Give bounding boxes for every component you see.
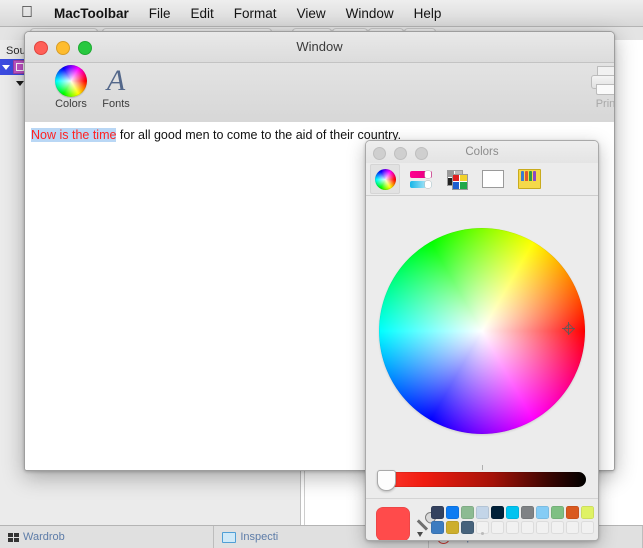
toolbar-fonts-button[interactable]: A Fonts [92,65,140,110]
color-swatch[interactable] [506,521,519,534]
color-swatch[interactable] [536,506,549,519]
color-swatch[interactable] [566,521,579,534]
menu-bar[interactable]:  MacToolbar File Edit Format View Windo… [0,0,643,27]
colors-panel-zoom-button [415,147,428,160]
toolbar-print-button[interactable]: Print [583,65,615,110]
color-sliders-icon [410,171,432,188]
color-swatch[interactable] [521,506,534,519]
menu-item-edit[interactable]: Edit [181,0,224,27]
background-bottom-item-label: Inspecti [240,531,278,543]
color-swatch[interactable] [431,506,444,519]
colors-panel-titlebar[interactable]: Colors [366,141,598,163]
color-swatch[interactable] [476,506,489,519]
menu-item-format[interactable]: Format [224,0,287,27]
disclosure-triangle-icon[interactable] [2,65,10,70]
window-traffic-lights[interactable] [34,41,92,55]
main-window-toolbar[interactable]: Colors A Fonts Print [25,63,614,123]
color-swatch-grid[interactable] [431,506,594,534]
colors-panel-minimize-button [394,147,407,160]
color-swatch[interactable] [446,506,459,519]
close-button[interactable] [34,41,48,55]
menu-item-view[interactable]: View [287,0,336,27]
color-swatch[interactable] [566,506,579,519]
colors-panel-wheel-area[interactable] [366,196,598,466]
disclosure-triangle-icon[interactable] [16,81,24,86]
toolbar-colors-button[interactable]: Colors [47,65,95,110]
grid-icon [8,533,19,542]
color-wheel-picker[interactable] [379,228,585,434]
printer-icon [590,65,615,97]
crayons-icon [518,169,541,189]
menu-item-help[interactable]: Help [404,0,452,27]
image-palettes-icon [482,170,504,188]
minimize-button[interactable] [56,41,70,55]
colors-panel-close-button[interactable] [373,147,386,160]
color-swatch[interactable] [431,521,444,534]
colors-panel[interactable]: Colors [365,140,599,541]
mode-color-palettes-button[interactable] [442,164,472,194]
colors-panel-traffic-lights[interactable] [373,147,428,160]
color-palettes-icon [447,170,468,189]
color-wheel-icon [375,169,396,190]
color-swatch[interactable] [491,506,504,519]
brightness-slider-thumb[interactable] [377,470,396,491]
colors-panel-mode-bar[interactable] [366,163,598,196]
color-swatch[interactable] [536,521,549,534]
colors-panel-bottom[interactable] [366,499,598,540]
screenshot-root: Source e [0,0,643,548]
zoom-button[interactable] [78,41,92,55]
color-swatch[interactable] [581,521,594,534]
color-swatch[interactable] [461,506,474,519]
brightness-slider-tick [482,465,483,470]
color-swatch[interactable] [581,506,594,519]
color-swatch[interactable] [491,521,504,534]
menu-item-file[interactable]: File [139,0,181,27]
color-swatch[interactable] [551,521,564,534]
colors-panel-resize-grip[interactable] [481,532,484,535]
color-swatch[interactable] [521,521,534,534]
main-window-titlebar[interactable]: Window [25,32,614,63]
toolbar-fonts-label: Fonts [102,98,130,110]
color-swatch[interactable] [461,521,474,534]
brightness-slider-track[interactable] [378,472,586,487]
color-swatch[interactable] [506,506,519,519]
toolbar-colors-label: Colors [55,98,87,110]
menu-item-app[interactable]: MacToolbar [44,0,139,27]
mode-color-wheel-button[interactable] [370,164,400,194]
color-swatch[interactable] [446,521,459,534]
apple-logo-icon[interactable]:  [12,4,42,22]
mode-crayons-button[interactable] [514,164,544,194]
color-wheel-icon [55,65,87,97]
current-color-swatch[interactable] [376,507,410,541]
mode-color-sliders-button[interactable] [406,164,436,194]
toolbar-print-label: Print [596,98,615,110]
menu-item-window[interactable]: Window [336,0,404,27]
selected-text: Now is the time [31,128,116,142]
background-bottom-item[interactable]: Wardrob [0,526,214,548]
background-bottom-item-label: Wardrob [23,531,65,543]
mode-image-palettes-button[interactable] [478,164,508,194]
document-rest-text: for all good men to come to the aid of t… [116,128,401,142]
color-swatch[interactable] [551,506,564,519]
font-letter-a-icon: A [100,65,132,97]
brightness-slider-row[interactable] [366,465,598,493]
screen-icon [222,532,236,543]
main-window-title: Window [25,32,614,62]
